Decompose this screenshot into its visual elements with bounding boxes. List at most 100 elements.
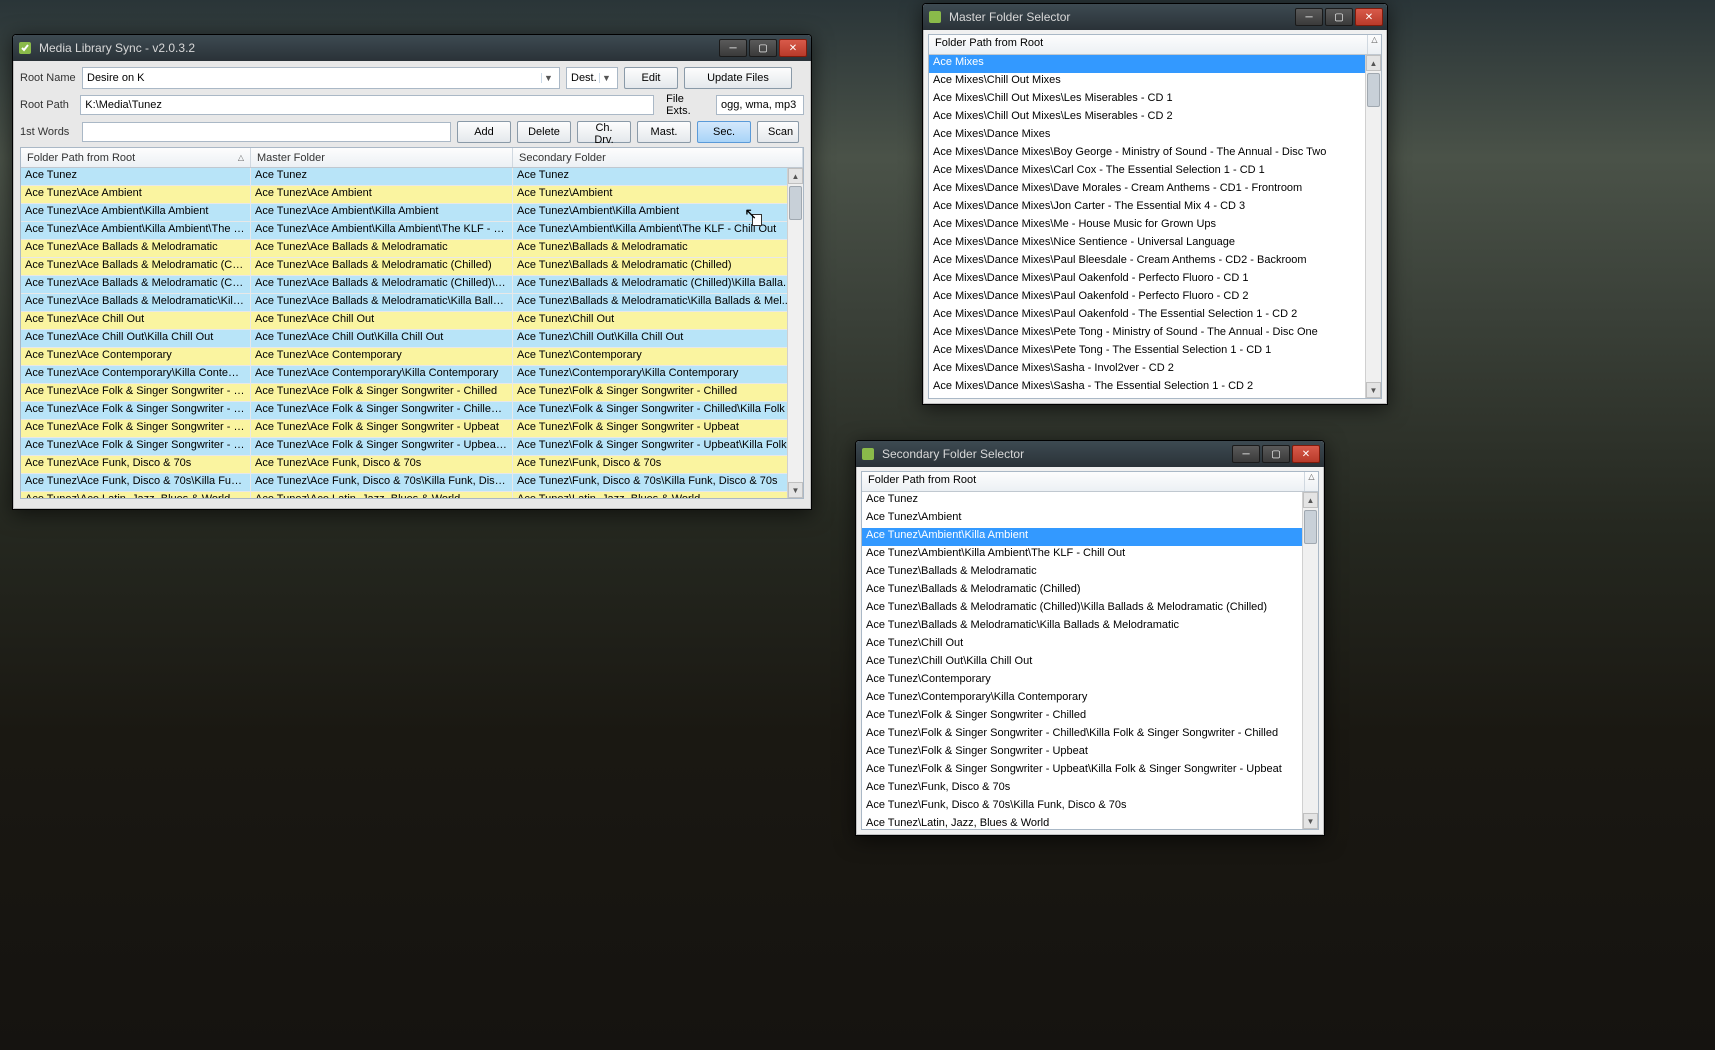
list-item[interactable]: Ace Mixes\Chill Out Mixes: [929, 73, 1381, 91]
mast-button[interactable]: Mast.: [637, 121, 691, 143]
list-item[interactable]: Ace Mixes\Dance Mixes\Pete Tong - The Es…: [929, 343, 1381, 361]
delete-button[interactable]: Delete: [517, 121, 571, 143]
table-row[interactable]: Ace Tunez\Ace Folk & Singer Songwriter -…: [21, 402, 803, 420]
ch-drv-button[interactable]: Ch. Drv.: [577, 121, 631, 143]
table-row[interactable]: Ace TunezAce TunezAce Tunez: [21, 168, 803, 186]
list-item[interactable]: Ace Mixes\Dance Mixes\Boy George - Minis…: [929, 145, 1381, 163]
root-path-input[interactable]: [80, 95, 654, 115]
minimize-button[interactable]: ─: [1295, 8, 1323, 26]
list-item[interactable]: Ace Tunez\Chill Out: [862, 636, 1318, 654]
list-item[interactable]: Ace Mixes\Dance Mixes: [929, 127, 1381, 145]
list-item[interactable]: Ace Tunez\Funk, Disco & 70s\Killa Funk, …: [862, 798, 1318, 816]
list-item[interactable]: Ace Tunez\Folk & Singer Songwriter - Chi…: [862, 708, 1318, 726]
master-col-header[interactable]: Folder Path from Root: [929, 35, 1367, 54]
table-row[interactable]: Ace Tunez\Ace Contemporary\Killa Contemp…: [21, 366, 803, 384]
table-row[interactable]: Ace Tunez\Ace Folk & Singer Songwriter -…: [21, 384, 803, 402]
table-row[interactable]: Ace Tunez\Ace Ballads & Melodramatic\Kil…: [21, 294, 803, 312]
first-words-input[interactable]: [82, 122, 451, 142]
table-row[interactable]: Ace Tunez\Ace Latin, Jazz, Blues & World…: [21, 492, 803, 498]
list-item[interactable]: Ace Mixes\Dance Mixes\Paul Bleesdale - C…: [929, 253, 1381, 271]
table-row[interactable]: Ace Tunez\Ace AmbientAce Tunez\Ace Ambie…: [21, 186, 803, 204]
table-row[interactable]: Ace Tunez\Ace Ballads & Melodramatic (Ch…: [21, 276, 803, 294]
list-item[interactable]: Ace Mixes\Dance Mixes\Paul Oakenfold - P…: [929, 271, 1381, 289]
list-item[interactable]: Ace Tunez\Ballads & Melodramatic: [862, 564, 1318, 582]
col-secondary[interactable]: Secondary Folder: [513, 148, 803, 167]
close-button[interactable]: ✕: [779, 39, 807, 57]
secondary-col-header[interactable]: Folder Path from Root: [862, 472, 1304, 491]
list-item[interactable]: Ace Mixes\Dance Mixes\Me - House Music f…: [929, 217, 1381, 235]
close-button[interactable]: ✕: [1355, 8, 1383, 26]
list-item[interactable]: Ace Tunez\Ambient\Killa Ambient: [862, 528, 1318, 546]
minimize-button[interactable]: ─: [1232, 445, 1260, 463]
main-titlebar[interactable]: Media Library Sync - v2.0.3.2 ─ ▢ ✕: [13, 35, 811, 61]
list-item[interactable]: Ace Mixes\Dance Mixes\Paul Oakenfold - P…: [929, 289, 1381, 307]
table-row[interactable]: Ace Tunez\Ace Funk, Disco & 70sAce Tunez…: [21, 456, 803, 474]
master-scrollbar[interactable]: ▲ ▼: [1365, 55, 1381, 398]
list-item[interactable]: Ace Tunez\Ballads & Melodramatic\Killa B…: [862, 618, 1318, 636]
update-files-button[interactable]: Update Files: [684, 67, 792, 89]
sort-icon[interactable]: △: [1304, 472, 1318, 491]
scroll-thumb[interactable]: [789, 186, 802, 220]
list-item[interactable]: Ace Mixes\Dance Mixes\Dave Morales - Cre…: [929, 181, 1381, 199]
secondary-scrollbar[interactable]: ▲ ▼: [1302, 492, 1318, 829]
table-scrollbar[interactable]: ▲ ▼: [787, 168, 803, 498]
table-row[interactable]: Ace Tunez\Ace Chill Out\Killa Chill OutA…: [21, 330, 803, 348]
file-exts-input[interactable]: [716, 95, 804, 115]
minimize-button[interactable]: ─: [719, 39, 747, 57]
list-item[interactable]: Ace Mixes\Dance Mixes\Carl Cox - The Ess…: [929, 163, 1381, 181]
list-item[interactable]: Ace Tunez\Contemporary\Killa Contemporar…: [862, 690, 1318, 708]
table-row[interactable]: Ace Tunez\Ace Ambient\Killa Ambient\The …: [21, 222, 803, 240]
table-row[interactable]: Ace Tunez\Ace Ballads & Melodramatic (Ch…: [21, 258, 803, 276]
list-item[interactable]: Ace Mixes\Chill Out Mixes\Les Miserables…: [929, 91, 1381, 109]
list-item[interactable]: Ace Tunez: [862, 492, 1318, 510]
close-button[interactable]: ✕: [1292, 445, 1320, 463]
sort-icon[interactable]: △: [1367, 35, 1381, 54]
scroll-down-icon[interactable]: ▼: [1303, 813, 1318, 829]
maximize-button[interactable]: ▢: [1325, 8, 1353, 26]
scan-button[interactable]: Scan: [757, 121, 799, 143]
list-item[interactable]: Ace Mixes\Dance Mixes\Sasha - Invol2ver …: [929, 361, 1381, 379]
list-item[interactable]: Ace Mixes\Dance Mixes\Paul Oakenfold - T…: [929, 307, 1381, 325]
dest-combo[interactable]: Dest. ▼: [566, 67, 618, 89]
table-row[interactable]: Ace Tunez\Ace Funk, Disco & 70s\Killa Fu…: [21, 474, 803, 492]
table-row[interactable]: Ace Tunez\Ace Ballads & MelodramaticAce …: [21, 240, 803, 258]
list-item[interactable]: Ace Tunez\Ambient: [862, 510, 1318, 528]
list-item[interactable]: Ace Tunez\Latin, Jazz, Blues & World: [862, 816, 1318, 829]
root-name-combo[interactable]: Desire on K ▼: [82, 67, 560, 89]
maximize-button[interactable]: ▢: [1262, 445, 1290, 463]
list-item[interactable]: Ace Tunez\Chill Out\Killa Chill Out: [862, 654, 1318, 672]
table-row[interactable]: Ace Tunez\Ace Chill OutAce Tunez\Ace Chi…: [21, 312, 803, 330]
table-row[interactable]: Ace Tunez\Ace Folk & Singer Songwriter -…: [21, 438, 803, 456]
list-item[interactable]: Ace Tunez\Folk & Singer Songwriter - Upb…: [862, 762, 1318, 780]
col-master[interactable]: Master Folder: [251, 148, 513, 167]
list-item[interactable]: Ace Mixes\Dance Mixes\Pete Tong - Minist…: [929, 325, 1381, 343]
table-row[interactable]: Ace Tunez\Ace Ambient\Killa AmbientAce T…: [21, 204, 803, 222]
scroll-down-icon[interactable]: ▼: [788, 482, 803, 498]
add-button[interactable]: Add: [457, 121, 511, 143]
list-item[interactable]: Ace Mixes\Dance Mixes\Jon Carter - The E…: [929, 199, 1381, 217]
list-item[interactable]: Ace Tunez\Folk & Singer Songwriter - Upb…: [862, 744, 1318, 762]
scroll-up-icon[interactable]: ▲: [788, 168, 803, 184]
list-item[interactable]: Ace Tunez\Funk, Disco & 70s: [862, 780, 1318, 798]
list-item[interactable]: Ace Mixes\Dance Mixes\Sasha - The Essent…: [929, 379, 1381, 397]
scroll-thumb[interactable]: [1367, 73, 1380, 107]
list-item[interactable]: Ace Tunez\Folk & Singer Songwriter - Chi…: [862, 726, 1318, 744]
list-item[interactable]: Ace Mixes\Chill Out Mixes\Les Miserables…: [929, 109, 1381, 127]
scroll-up-icon[interactable]: ▲: [1366, 55, 1381, 71]
list-item[interactable]: Ace Tunez\Contemporary: [862, 672, 1318, 690]
secondary-titlebar[interactable]: Secondary Folder Selector ─ ▢ ✕: [856, 441, 1324, 467]
edit-button[interactable]: Edit: [624, 67, 678, 89]
list-item[interactable]: Ace Tunez\Ambient\Killa Ambient\The KLF …: [862, 546, 1318, 564]
list-item[interactable]: Ace Tunez\Ballads & Melodramatic (Chille…: [862, 600, 1318, 618]
sec-button[interactable]: Sec.: [697, 121, 751, 143]
maximize-button[interactable]: ▢: [749, 39, 777, 57]
scroll-thumb[interactable]: [1304, 510, 1317, 544]
table-row[interactable]: Ace Tunez\Ace ContemporaryAce Tunez\Ace …: [21, 348, 803, 366]
scroll-down-icon[interactable]: ▼: [1366, 382, 1381, 398]
scroll-up-icon[interactable]: ▲: [1303, 492, 1318, 508]
list-item[interactable]: Ace Mixes\Dance Mixes\Nice Sentience - U…: [929, 235, 1381, 253]
table-row[interactable]: Ace Tunez\Ace Folk & Singer Songwriter -…: [21, 420, 803, 438]
list-item[interactable]: Ace Tunez\Ballads & Melodramatic (Chille…: [862, 582, 1318, 600]
list-item[interactable]: Ace Mixes: [929, 55, 1381, 73]
col-folder-path[interactable]: Folder Path from Root △: [21, 148, 251, 167]
